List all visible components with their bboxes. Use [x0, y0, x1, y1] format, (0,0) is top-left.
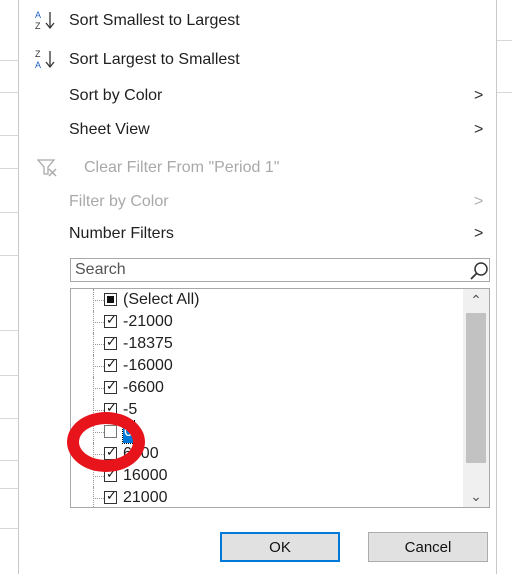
checkbox[interactable]: ✓ — [104, 334, 117, 350]
list-item-label: (Select All) — [123, 291, 200, 308]
ok-button[interactable]: OK — [220, 532, 340, 562]
search-input[interactable] — [71, 259, 469, 281]
sort-ascending-icon: A Z — [35, 10, 55, 31]
sort-by-color-label: Sort by Color — [69, 87, 163, 104]
list-item[interactable]: ✓ -21000 — [71, 311, 463, 333]
list-item-label: 16000 — [123, 467, 168, 484]
scroll-down-icon[interactable]: ⌄ — [463, 485, 489, 507]
sort-ascending-label: Sort Smallest to Largest — [69, 12, 240, 29]
list-item[interactable]: ✓ 16000 — [71, 465, 463, 487]
sort-descending-icon: Z A — [35, 49, 55, 70]
submenu-arrow-icon: > — [474, 193, 484, 210]
list-item-label: 21000 — [123, 489, 168, 506]
background-sheet-right — [495, 0, 512, 574]
svg-text:Z: Z — [35, 49, 41, 59]
filter-by-color-label: Filter by Color — [69, 193, 169, 210]
list-item-label: -21000 — [123, 313, 173, 330]
list-item[interactable]: ✓ -6600 — [71, 377, 463, 399]
background-sheet-left — [0, 0, 18, 574]
submenu-arrow-icon: > — [474, 225, 484, 242]
clear-filter-item: Clear Filter From "Period 1" — [19, 152, 496, 183]
checkbox[interactable]: ✓ — [104, 378, 117, 394]
red-circle-annotation — [67, 412, 145, 472]
list-item[interactable]: ✓ 21000 — [71, 487, 463, 507]
svg-text:Z: Z — [35, 21, 41, 31]
list-item-select-all[interactable]: (Select All) — [71, 289, 463, 311]
sort-descending-label: Sort Largest to Smallest — [69, 51, 240, 68]
list-item[interactable]: ✓ -16000 — [71, 355, 463, 377]
scroll-up-icon[interactable]: ⌃ — [463, 289, 489, 311]
search-icon[interactable] — [469, 261, 489, 281]
submenu-arrow-icon: > — [474, 87, 484, 104]
list-scrollbar[interactable]: ⌃ ⌄ — [463, 289, 489, 507]
sort-ascending-item[interactable]: A Z Sort Smallest to Largest — [19, 5, 496, 36]
scroll-thumb[interactable] — [466, 313, 486, 463]
autofilter-dropdown-menu: A Z Sort Smallest to Largest Z A Sort La… — [18, 0, 497, 574]
svg-text:A: A — [35, 60, 41, 70]
checkbox[interactable]: ✓ — [104, 488, 117, 504]
checkbox[interactable]: ✓ — [104, 356, 117, 372]
checkbox[interactable]: ✓ — [104, 312, 117, 328]
list-item-label: -16000 — [123, 357, 173, 374]
sheet-view-item[interactable]: Sheet View > — [19, 114, 496, 145]
sort-descending-item[interactable]: Z A Sort Largest to Smallest — [19, 44, 496, 75]
list-item-label: -18375 — [123, 335, 173, 352]
clear-filter-icon — [37, 159, 57, 177]
filter-by-color-item: Filter by Color > — [19, 186, 496, 217]
search-box[interactable] — [70, 258, 490, 282]
svg-text:A: A — [35, 10, 41, 20]
cancel-button[interactable]: Cancel — [368, 532, 488, 562]
list-item[interactable]: ✓ -18375 — [71, 333, 463, 355]
sort-by-color-item[interactable]: Sort by Color > — [19, 80, 496, 111]
filter-values-list[interactable]: (Select All) ✓ -21000 ✓ -18375 ✓ -16000 … — [70, 288, 490, 508]
sheet-view-label: Sheet View — [69, 121, 150, 138]
checkbox[interactable] — [104, 293, 117, 306]
list-item-label: -6600 — [123, 379, 164, 396]
number-filters-label: Number Filters — [69, 225, 174, 242]
submenu-arrow-icon: > — [474, 121, 484, 138]
clear-filter-label: Clear Filter From "Period 1" — [84, 159, 280, 176]
number-filters-item[interactable]: Number Filters > — [19, 218, 496, 249]
